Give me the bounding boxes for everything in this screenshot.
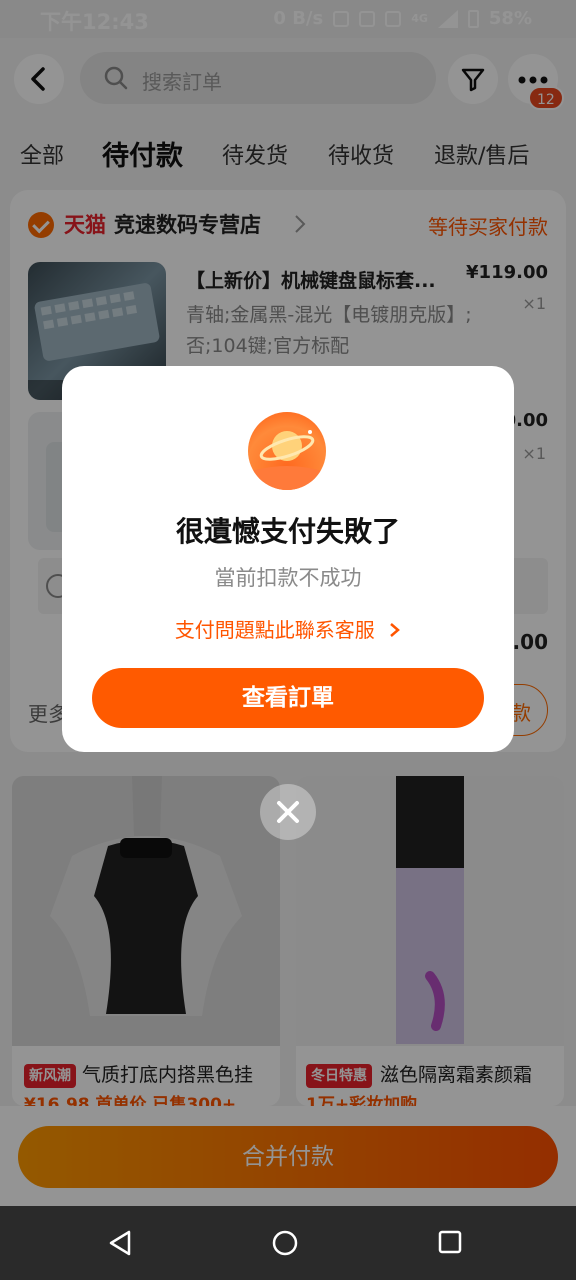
view-order-button[interactable]: 查看訂單 [92, 668, 484, 728]
chevron-right-icon [390, 623, 401, 637]
dialog-subtitle: 當前扣款不成功 [214, 566, 362, 590]
system-nav-bar [0, 1206, 576, 1280]
payment-failed-dialog: 很遺憾支付失敗了 當前扣款不成功 支付問題點此聯系客服 查看訂單 [62, 366, 514, 752]
overlay-dim-status [0, 0, 576, 38]
nav-back-icon[interactable] [108, 1230, 132, 1256]
contact-support-label: 支付問題點此聯系客服 [174, 618, 375, 642]
nav-recents-icon[interactable] [438, 1230, 462, 1254]
dialog-title: 很遺憾支付失敗了 [175, 515, 400, 548]
planet-icon [248, 412, 326, 490]
contact-support-link[interactable]: 支付問題點此聯系客服 [62, 614, 514, 643]
close-icon [277, 801, 299, 823]
nav-home-icon[interactable] [272, 1230, 298, 1256]
close-dialog-button[interactable] [260, 784, 316, 840]
